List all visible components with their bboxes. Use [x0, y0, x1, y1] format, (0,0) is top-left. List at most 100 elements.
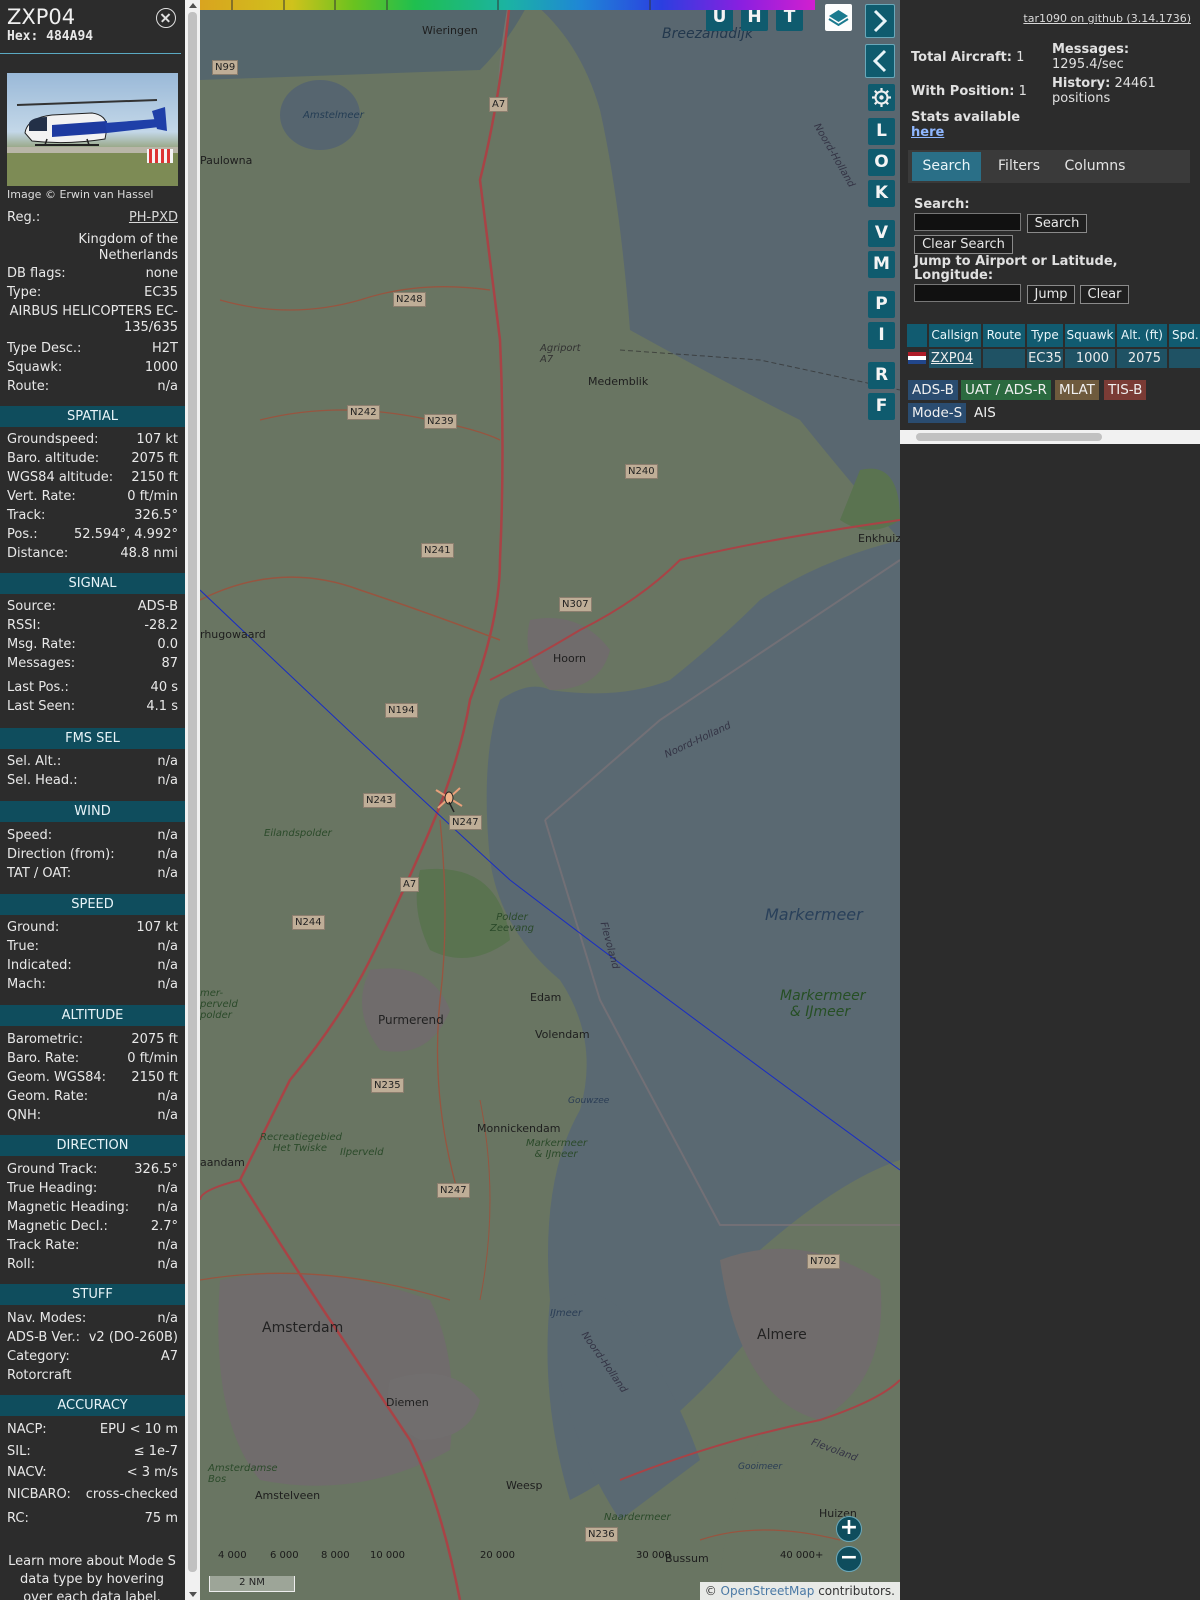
place-label: Gooimeer	[738, 1462, 783, 1472]
road-shield: N244	[292, 915, 325, 930]
clear-search-button[interactable]: Clear Search	[914, 235, 1013, 254]
layers-button[interactable]	[825, 4, 852, 31]
speed-cell	[1169, 349, 1200, 368]
table-header-speed[interactable]: Spd.	[1169, 324, 1200, 347]
info-row: Category: A7	[7, 1349, 178, 1368]
netherlands-flag-icon	[908, 352, 926, 364]
info-row: Groundspeed: 107 kt	[7, 432, 178, 451]
openstreetmap-link[interactable]: OpenStreetMap	[721, 1584, 815, 1598]
row-label: Indicated:	[7, 958, 72, 973]
toggle-p-button[interactable]: P	[868, 291, 895, 318]
tab-search[interactable]: Search	[912, 152, 981, 181]
row-value: n/a	[157, 773, 178, 788]
row-label: Ground Track:	[7, 1162, 98, 1177]
place-label: mer- perveld polder	[200, 988, 238, 1021]
zoom-in-button[interactable]: +	[836, 1516, 862, 1542]
row-label: Groundspeed:	[7, 432, 99, 447]
section-stuff: STUFF	[0, 1284, 185, 1305]
hscroll-thumb[interactable]	[916, 433, 1102, 441]
altitude-tick-label: 40 000+	[780, 1550, 824, 1561]
place-label: Gouwzee	[568, 1096, 610, 1106]
infoblock-scrollbar[interactable]	[185, 0, 200, 1600]
scroll-down-icon[interactable]	[189, 1592, 197, 1597]
expand-sidebar-button[interactable]	[865, 4, 895, 38]
table-header-squawk[interactable]: Squawk	[1065, 324, 1115, 347]
table-header-type[interactable]: Type	[1027, 324, 1063, 347]
sidebar: tar1090 on github (3.14.1736) Total Airc…	[900, 0, 1200, 1600]
toggle-v-button[interactable]: V	[868, 220, 895, 247]
row-value: n/a	[157, 1200, 178, 1215]
row-value: n/a	[157, 939, 178, 954]
messages-value: 1295.4/sec	[1052, 57, 1124, 72]
tab-columns[interactable]: Columns	[1057, 152, 1133, 181]
info-row: SIL: ≤ 1e-7	[7, 1444, 178, 1463]
settings-button[interactable]	[868, 84, 895, 111]
road-shield: N236	[585, 1527, 618, 1542]
close-icon[interactable]	[156, 8, 176, 28]
row-value: n/a	[157, 754, 178, 769]
place-label: Bussum	[665, 1552, 709, 1565]
callsign-cell[interactable]: ZXP04	[929, 349, 981, 368]
search-button[interactable]: Search	[1027, 214, 1087, 233]
table-horizontal-scrollbar[interactable]	[900, 430, 1200, 444]
jump-button[interactable]: Jump	[1027, 285, 1075, 304]
jump-input[interactable]	[914, 284, 1021, 302]
place-label: rhugowaard	[200, 628, 266, 641]
photo-credit: Image © Erwin van Hassel	[7, 188, 154, 201]
place-label: Amsterdam	[262, 1320, 344, 1336]
row-label: TAT / OAT:	[7, 866, 72, 881]
type-label: Type:	[7, 285, 42, 300]
info-row: Last Seen: 4.1 s	[7, 699, 178, 718]
table-header-altitude[interactable]: Alt. (ft)	[1117, 324, 1167, 347]
type-value: EC35	[144, 285, 178, 300]
typedesc-value: H2T	[152, 341, 178, 356]
collapse-sidebar-button[interactable]	[865, 44, 895, 78]
type-cell: EC35	[1027, 349, 1063, 368]
info-row: NACV: < 3 m/s	[7, 1465, 178, 1484]
gear-icon	[872, 88, 891, 107]
scroll-thumb[interactable]	[188, 12, 197, 1572]
place-label: Agriport A7	[540, 343, 581, 365]
table-header-route[interactable]: Route	[983, 324, 1025, 347]
place-label: Enkhuiz	[858, 532, 900, 545]
row-label: NACV:	[7, 1465, 47, 1480]
row-value: n/a	[157, 1089, 178, 1104]
row-label: Baro. altitude:	[7, 451, 100, 466]
altitude-tick-label: 10 000	[370, 1550, 405, 1561]
row-value: EPU < 10 m	[99, 1422, 178, 1437]
section-accuracy: ACCURACY	[0, 1395, 185, 1416]
squawk-value: 1000	[144, 360, 178, 375]
helicopter-marker-icon[interactable]	[434, 784, 464, 814]
stats-here-link[interactable]: here	[911, 125, 944, 140]
info-row: Roll: n/a	[7, 1257, 178, 1276]
registration-link[interactable]: PH-PXD	[129, 210, 178, 225]
legend-modes: Mode-S	[908, 403, 967, 423]
toggle-f-button[interactable]: F	[868, 393, 895, 420]
map-background	[200, 0, 900, 1600]
toggle-m-button[interactable]: M	[868, 251, 895, 278]
table-header-callsign[interactable]: Callsign	[929, 324, 981, 347]
scroll-up-icon[interactable]	[189, 3, 197, 8]
aircraft-photo[interactable]	[7, 73, 178, 186]
toggle-r-button[interactable]: R	[868, 362, 895, 389]
legend-adsb: ADS-B	[908, 380, 958, 400]
map-view[interactable]: Wieringen Breezanddijk Amstelmeer Paulow…	[200, 0, 900, 1600]
place-label: Purmerend	[378, 1013, 444, 1027]
toggle-l-button[interactable]: L	[868, 118, 895, 145]
table-header-flag[interactable]	[907, 324, 927, 347]
search-input[interactable]	[914, 213, 1021, 231]
github-link[interactable]: tar1090 on github (3.14.1736)	[1023, 12, 1191, 25]
toggle-o-button[interactable]: O	[868, 149, 895, 176]
dbflags-label: DB flags:	[7, 266, 66, 281]
clear-button[interactable]: Clear	[1080, 285, 1129, 304]
flag-cell	[907, 349, 927, 368]
zoom-out-button[interactable]: −	[836, 1546, 862, 1572]
toggle-i-button[interactable]: I	[868, 322, 895, 349]
info-row: Sel. Head.: n/a	[7, 773, 178, 792]
tab-filters[interactable]: Filters	[985, 152, 1053, 181]
type-full-row: AIRBUS HELICOPTERS EC-135/635	[7, 304, 178, 338]
row-value: 0 ft/min	[127, 489, 178, 504]
row-value: 107 kt	[136, 920, 178, 935]
toggle-k-button[interactable]: K	[868, 180, 895, 207]
row-label: NICBARO:	[7, 1487, 71, 1502]
